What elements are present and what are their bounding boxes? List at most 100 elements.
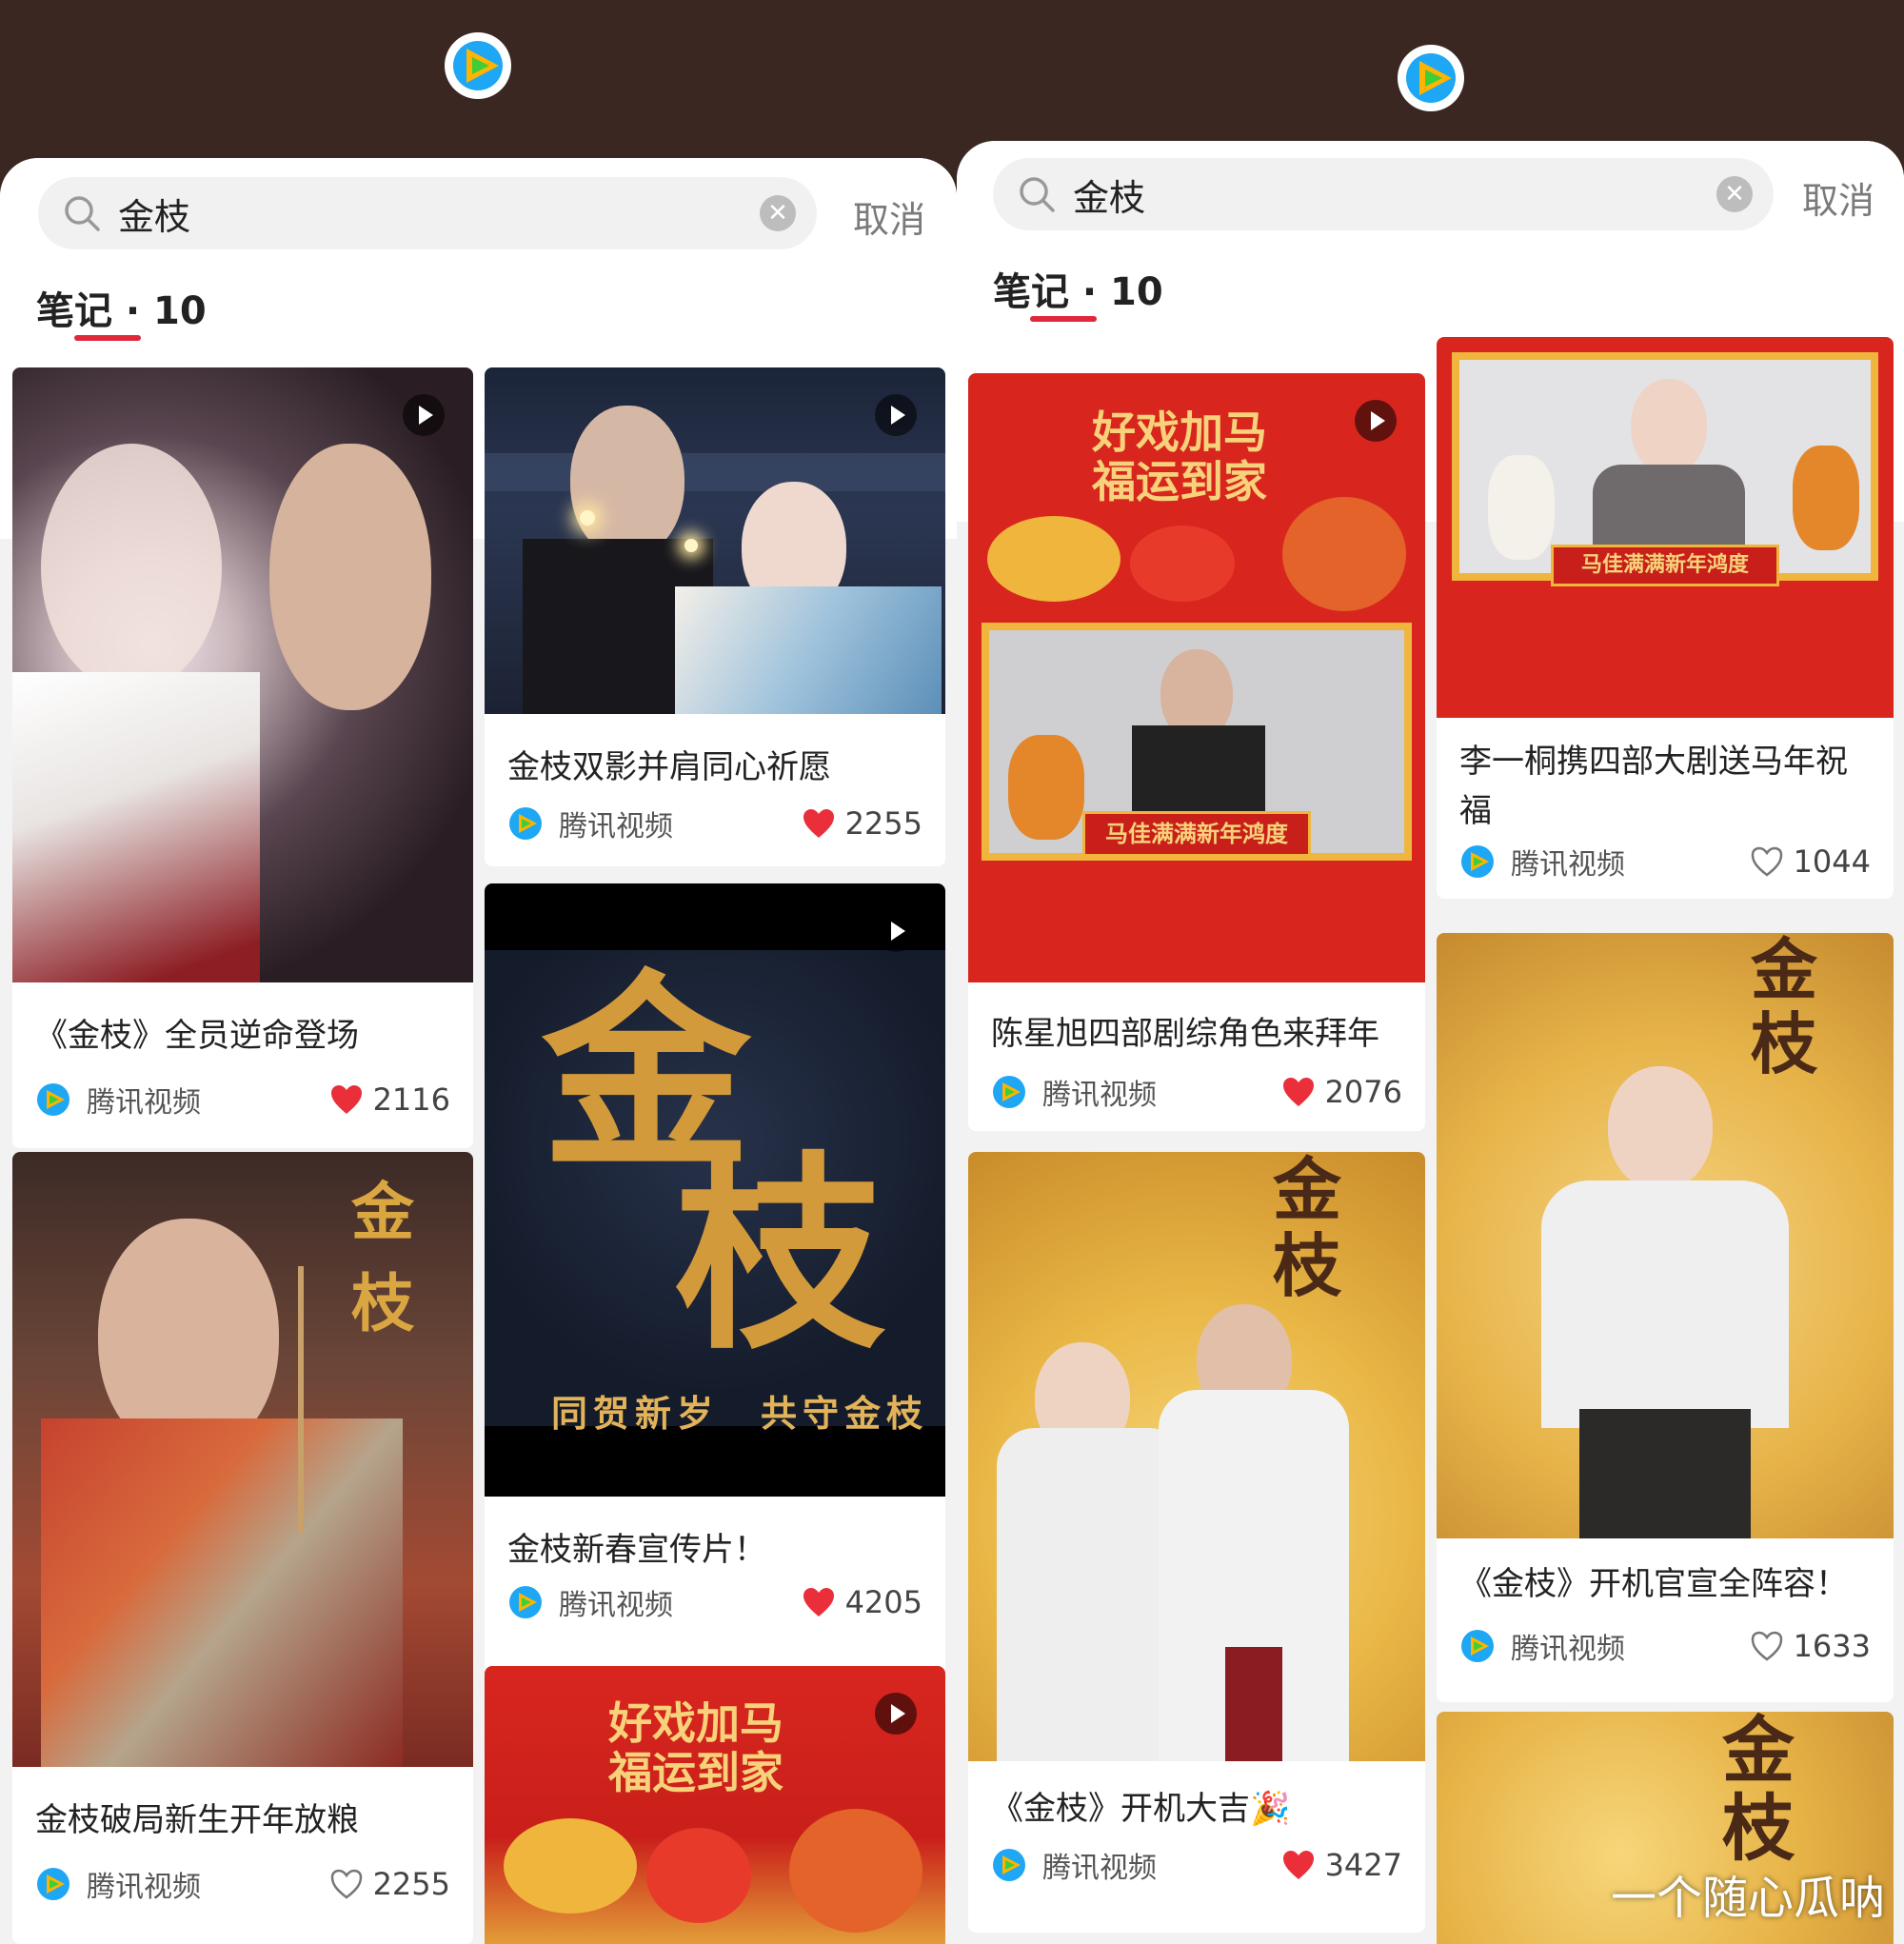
play-icon[interactable] bbox=[875, 394, 917, 436]
clear-icon[interactable]: ✕ bbox=[760, 195, 796, 231]
palace-railing bbox=[485, 453, 945, 491]
actress-face bbox=[41, 444, 222, 691]
embroidered-robe bbox=[41, 1418, 403, 1767]
tencent-video-icon bbox=[37, 1868, 69, 1900]
horse-mascot bbox=[1793, 446, 1859, 550]
source-name: 腾讯视频 bbox=[1511, 848, 1625, 882]
video-thumbnail[interactable] bbox=[12, 367, 473, 982]
like-count: 4205 bbox=[844, 1584, 922, 1620]
tencent-video-icon bbox=[509, 1586, 542, 1618]
sparkler-light bbox=[580, 510, 595, 526]
card-title[interactable]: 《金枝》全员逆命登场 bbox=[35, 1011, 450, 1061]
poster-thumbnail[interactable]: 金枝 bbox=[1437, 933, 1894, 1538]
like-heart-icon[interactable] bbox=[1281, 1076, 1316, 1108]
tab-notes-label: 笔记 bbox=[993, 270, 1069, 314]
like-count: 2116 bbox=[372, 1081, 450, 1118]
clear-icon[interactable]: ✕ bbox=[1716, 176, 1753, 212]
card-meta: 腾讯视频 1044 bbox=[1459, 838, 1871, 885]
promo-thumbnail[interactable]: 好戏加马 福运到家 bbox=[485, 1666, 945, 1944]
like-heart-icon[interactable] bbox=[802, 1586, 836, 1618]
cancel-button[interactable]: 取消 bbox=[1802, 171, 1874, 224]
note-card[interactable]: 《金枝》全员逆命登场 腾讯视频 2116 bbox=[12, 367, 473, 1148]
video-thumbnail[interactable]: 金 枝 同贺新岁 共守金枝 bbox=[485, 883, 945, 1497]
search-input[interactable]: 金枝 ✕ bbox=[993, 158, 1774, 230]
gold-ingot bbox=[987, 516, 1121, 602]
promo-text: 好戏加马 福运到家 bbox=[608, 1698, 783, 1797]
search-icon bbox=[1020, 177, 1055, 212]
search-icon bbox=[65, 196, 100, 231]
source-name: 腾讯视频 bbox=[1511, 1633, 1625, 1666]
video-thumbnail[interactable] bbox=[485, 367, 945, 714]
tab-notes-count: 10 bbox=[1110, 270, 1163, 314]
cancel-button[interactable]: 取消 bbox=[853, 190, 925, 243]
like-count: 1633 bbox=[1793, 1628, 1871, 1664]
note-card[interactable]: 好戏加马 福运到家 马佳满满新年鸿度 陈星旭四部剧综角色来拜年 腾讯视频 2076 bbox=[968, 373, 1425, 1131]
poster-char-1: 金 bbox=[1722, 1712, 1795, 1793]
actor-face bbox=[570, 406, 684, 558]
card-meta: 腾讯视频 4205 bbox=[507, 1578, 922, 1626]
poster-thumbnail[interactable]: 金枝 bbox=[12, 1152, 473, 1767]
note-card[interactable]: 金枝 《金枝》开机大吉🎉 腾讯视频 3427 bbox=[968, 1152, 1425, 1933]
poster-char-1: 金 bbox=[351, 1175, 414, 1249]
play-icon[interactable] bbox=[875, 910, 917, 952]
card-title[interactable]: 陈星旭四部剧综角色来拜年 bbox=[991, 1009, 1402, 1059]
card-title[interactable]: 李一桐携四部大剧送马年祝福 bbox=[1459, 737, 1871, 836]
tencent-video-icon bbox=[1461, 1630, 1494, 1662]
card-title[interactable]: 金枝双影并肩同心祈愿 bbox=[507, 743, 922, 792]
actress-face bbox=[1631, 379, 1707, 474]
tab-notes[interactable]: 笔记 · 10 bbox=[993, 261, 1163, 316]
poster-char-2: 枝 bbox=[1722, 1786, 1795, 1871]
tencent-video-icon bbox=[1461, 845, 1494, 878]
horse-mascot bbox=[1008, 735, 1084, 840]
note-card[interactable]: 好戏加马 福运到家 bbox=[485, 1666, 945, 1944]
source-name: 腾讯视频 bbox=[559, 1589, 673, 1622]
play-icon[interactable] bbox=[875, 1693, 917, 1735]
new-year-banner: 马佳满满新年鸿度 bbox=[1551, 545, 1779, 586]
note-card[interactable]: 马佳满满新年鸿度 李一桐携四部大剧送马年祝福 腾讯视频 1044 bbox=[1437, 337, 1894, 899]
tab-notes[interactable]: 笔记 · 10 bbox=[36, 280, 207, 335]
like-heart-icon[interactable] bbox=[802, 807, 836, 840]
tencent-video-logo-icon bbox=[1397, 44, 1465, 112]
card-title[interactable]: 《金枝》开机官宣全阵容！ bbox=[1459, 1559, 1871, 1609]
poster-char-2: 枝 bbox=[351, 1266, 414, 1340]
poster-char-1: 金 bbox=[1751, 933, 1817, 1009]
fur-costume bbox=[12, 672, 260, 982]
tencent-video-icon bbox=[37, 1083, 69, 1116]
like-heart-outline-icon[interactable] bbox=[1750, 845, 1784, 878]
promo-thumbnail[interactable]: 马佳满满新年鸿度 bbox=[1437, 337, 1894, 718]
promo-line-1: 好戏加马 bbox=[608, 1697, 783, 1749]
card-meta: 腾讯视频 2076 bbox=[991, 1068, 1402, 1116]
like-heart-outline-icon[interactable] bbox=[329, 1868, 364, 1900]
note-card[interactable]: 金枝双影并肩同心祈愿 腾讯视频 2255 bbox=[485, 367, 945, 866]
promo-thumbnail[interactable]: 好戏加马 福运到家 马佳满满新年鸿度 bbox=[968, 373, 1425, 982]
poster-char-1: 金 bbox=[1273, 1152, 1342, 1230]
calligraphy-title-2: 枝 bbox=[675, 1131, 885, 1378]
search-input[interactable]: 金枝 ✕ bbox=[38, 177, 817, 249]
red-trousers bbox=[1225, 1647, 1282, 1761]
play-icon[interactable] bbox=[1355, 400, 1397, 442]
card-meta: 腾讯视频 3427 bbox=[991, 1841, 1402, 1889]
note-card[interactable]: 金枝 金枝破局新生开年放粮 腾讯视频 2255 bbox=[12, 1152, 473, 1944]
search-results-panel: 金枝 ✕ 取消 笔记 · 10 《金枝》全员逆命登场 腾讯视频 2116 金 枝… bbox=[0, 158, 957, 1944]
promo-line-2: 福运到家 bbox=[608, 1747, 783, 1798]
play-icon[interactable] bbox=[403, 394, 445, 436]
tencent-video-icon bbox=[993, 1849, 1025, 1881]
poster-thumbnail[interactable]: 金枝 bbox=[968, 1152, 1425, 1761]
note-card[interactable]: 金 枝 同贺新岁 共守金枝 金枝新春宣传片！ 腾讯视频 4205 bbox=[485, 883, 945, 1797]
umbrella-pole bbox=[298, 1266, 304, 1533]
like-heart-icon[interactable] bbox=[1281, 1849, 1316, 1881]
tab-separator: · bbox=[1069, 270, 1111, 314]
like-heart-icon[interactable] bbox=[329, 1083, 364, 1116]
note-card[interactable]: 金枝 《金枝》开机官宣全阵容！ 腾讯视频 1633 bbox=[1437, 933, 1894, 1702]
card-title[interactable]: 金枝破局新生开年放粮 bbox=[35, 1795, 450, 1845]
card-meta: 腾讯视频 2255 bbox=[507, 800, 922, 847]
sparkler-light bbox=[684, 539, 698, 552]
like-count: 3427 bbox=[1324, 1847, 1402, 1883]
left-screenshot: 金枝 ✕ 取消 笔记 · 10 《金枝》全员逆命登场 腾讯视频 2116 金 枝… bbox=[0, 0, 957, 1944]
card-title[interactable]: 金枝新春宣传片！ bbox=[507, 1525, 922, 1575]
card-title[interactable]: 《金枝》开机大吉🎉 bbox=[991, 1784, 1402, 1834]
tab-notes-label: 笔记 bbox=[36, 289, 112, 333]
card-meta: 腾讯视频 2116 bbox=[35, 1076, 450, 1123]
like-heart-outline-icon[interactable] bbox=[1750, 1630, 1784, 1662]
actress-face bbox=[1608, 1066, 1713, 1190]
